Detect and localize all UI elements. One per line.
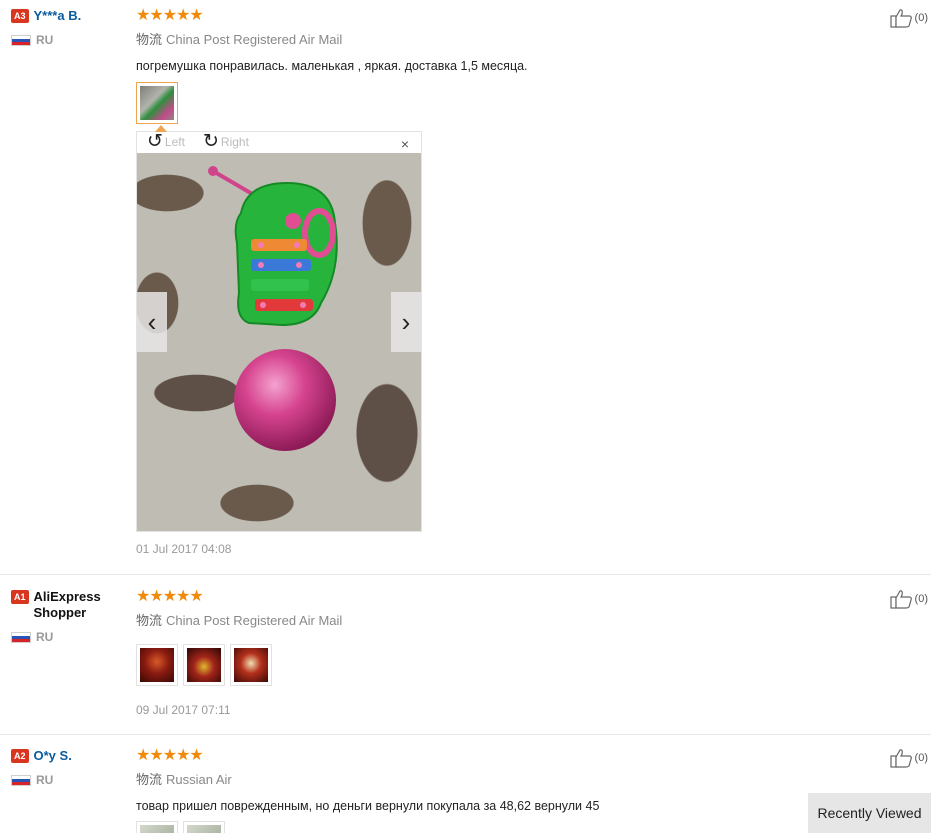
photo-viewer: ↺ Left ↻ Right × ‹ › [136, 125, 422, 532]
reviewer-info: A2 O*y S. RU [11, 748, 126, 787]
review-date: 09 Jul 2017 07:11 [136, 703, 231, 717]
logistics-method: Russian Air [166, 772, 232, 787]
review-photo-thumbnail[interactable] [183, 644, 225, 686]
rotate-right-label: Right [220, 135, 249, 149]
level-badge: A1 [11, 590, 29, 604]
reviewer-country: RU [11, 630, 126, 644]
helpful-count: (0) [914, 752, 928, 764]
thumbnail-image [234, 648, 268, 682]
reviewer-name-line: A3 Y***a B. [11, 8, 126, 24]
review-text: товар пришел поврежденным, но деньги вер… [136, 799, 600, 813]
country-code: RU [36, 630, 54, 644]
reviewer-name[interactable]: Y***a B. [34, 8, 82, 24]
star-rating: ★★★★★ [136, 588, 204, 605]
reviewer-country: RU [11, 33, 126, 47]
review-content: ★★★★★ 物流 Russian Air товар пришел поврежд… [136, 748, 599, 814]
review-item: A1 AliExpress Shopper RU ★★★★★ 物流 China P… [0, 574, 931, 734]
review-date: 01 Jul 2017 04:08 [136, 542, 232, 556]
helpful-count: (0) [914, 593, 928, 605]
russia-flag-icon [11, 34, 31, 46]
review-photo-thumbnail[interactable] [136, 821, 178, 833]
review-photo-thumbnail[interactable] [230, 644, 272, 686]
review-photo-thumbnail[interactable] [136, 82, 178, 124]
thumbnail-image [140, 825, 174, 833]
logistics-info: 物流 China Post Registered Air Mail [136, 32, 528, 48]
logistics-method: China Post Registered Air Mail [166, 613, 343, 628]
rotate-left-icon: ↺ [147, 131, 163, 152]
review-photo-thumbnail[interactable] [183, 821, 225, 833]
level-badge: A3 [11, 9, 29, 23]
logistics-method: China Post Registered Air Mail [166, 32, 343, 47]
country-code: RU [36, 773, 54, 787]
review-content: ★★★★★ 物流 China Post Registered Air Mail п… [136, 8, 528, 74]
thumbnail-image [140, 86, 174, 120]
logistics-label: 物流 [136, 772, 163, 787]
reviewer-country: RU [11, 773, 126, 787]
thumbs-up-icon [889, 590, 912, 609]
country-code: RU [36, 33, 54, 47]
reviewer-name: AliExpress Shopper [33, 589, 101, 620]
reviewer-name-line: A1 AliExpress Shopper [11, 589, 126, 621]
thumbnail-image [140, 648, 174, 682]
thumbs-up-icon [889, 749, 912, 768]
rotate-left-button[interactable]: ↺ Left [147, 131, 185, 152]
helpful-button[interactable]: (0) [889, 589, 928, 609]
rotate-left-label: Left [164, 135, 185, 149]
recently-viewed-button[interactable]: Recently Viewed [808, 793, 931, 833]
review-photo-large: ‹ › [137, 153, 421, 531]
thumbnail-image [187, 648, 221, 682]
thumbs-up-icon [889, 9, 912, 28]
russia-flag-icon [11, 774, 31, 786]
review-content: ★★★★★ 物流 China Post Registered Air Mail [136, 589, 342, 629]
close-icon[interactable]: × [401, 136, 409, 152]
russia-flag-icon [11, 631, 31, 643]
viewer-toolbar: ↺ Left ↻ Right × [137, 132, 421, 153]
reviewer-name-line: A2 O*y S. [11, 748, 126, 764]
logistics-info: 物流 Russian Air [136, 772, 599, 788]
logistics-info: 物流 China Post Registered Air Mail [136, 613, 342, 629]
helpful-count: (0) [914, 12, 928, 24]
level-badge: A2 [11, 749, 29, 763]
next-photo-button[interactable]: › [391, 292, 421, 352]
thumbnail-image [187, 825, 221, 833]
previous-photo-button[interactable]: ‹ [137, 292, 167, 352]
review-text: погремушка понравилась. маленькая , ярка… [136, 59, 528, 73]
reviewer-info: A3 Y***a B. RU [11, 8, 126, 47]
helpful-button[interactable]: (0) [889, 8, 928, 28]
reviewer-name[interactable]: O*y S. [34, 748, 72, 764]
star-rating: ★★★★★ [136, 747, 204, 764]
review-item: A2 O*y S. RU ★★★★★ 物流 Russian Air товар п… [0, 734, 931, 833]
review-item: A3 Y***a B. RU ★★★★★ 物流 China Post Regist… [0, 0, 931, 574]
rotate-right-icon: ↻ [203, 131, 219, 152]
logistics-label: 物流 [136, 613, 163, 628]
toy-xylophone-photo [208, 166, 338, 451]
star-rating: ★★★★★ [136, 7, 204, 24]
helpful-button[interactable]: (0) [889, 748, 928, 768]
reviewer-info: A1 AliExpress Shopper RU [11, 589, 126, 644]
review-photo-thumbnail[interactable] [136, 644, 178, 686]
rotate-right-button[interactable]: ↻ Right [203, 131, 249, 152]
logistics-label: 物流 [136, 32, 163, 47]
